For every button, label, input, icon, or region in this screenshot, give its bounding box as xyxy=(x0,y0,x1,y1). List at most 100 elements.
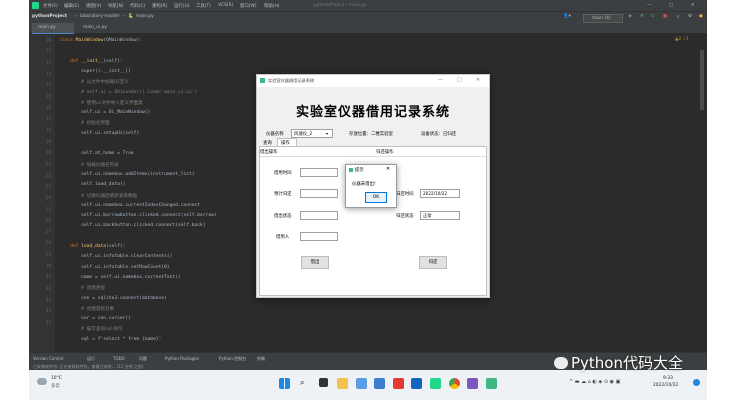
return-time-input[interactable]: 2022/10/22 xyxy=(420,189,460,198)
windows-start-icon[interactable] xyxy=(279,378,290,389)
menu-item-vcs[interactable]: VCS(S) xyxy=(218,3,233,8)
tool-window-button[interactable]: 终端 xyxy=(257,356,265,362)
line-number-gutter: 10 11 12 13 14 15 16 17 18 19 20 21 22 23 24 25 26 27 28 29… xyxy=(29,34,55,352)
return-button[interactable]: 归还 xyxy=(419,256,447,269)
settings-icon[interactable]: ⚙ xyxy=(688,14,692,19)
code-line: # self.ui = QUiLoader().load('main_ui.ui… xyxy=(59,90,197,95)
weather-temp[interactable]: 10°C xyxy=(51,376,62,381)
code-text: self.load_data() xyxy=(59,182,126,188)
menu-item-code[interactable]: 代码(C) xyxy=(130,3,145,9)
search-icon[interactable]: ⌕ xyxy=(677,14,679,20)
run-icon[interactable]: ▶ xyxy=(629,14,632,19)
tool-window-button[interactable]: TODO xyxy=(113,356,125,361)
clock-date[interactable]: 2022/10/22 xyxy=(653,383,678,388)
line-number: 29 xyxy=(45,252,51,258)
app-icon-qt[interactable] xyxy=(486,378,497,389)
notification-icon[interactable] xyxy=(693,379,700,386)
dialog-close-icon[interactable]: ✕ xyxy=(476,77,480,83)
task-view-icon[interactable] xyxy=(319,378,328,387)
chrome-icon[interactable] xyxy=(449,378,460,389)
minimize-icon[interactable]: — xyxy=(647,3,651,8)
dialog-minimize-icon[interactable]: — xyxy=(438,77,443,83)
borrow-time-input[interactable] xyxy=(300,168,338,177)
menu-item-tools[interactable]: 工具(T) xyxy=(196,3,211,9)
menu-item-file[interactable]: 文件(F) xyxy=(43,3,58,9)
ok-button[interactable]: OK xyxy=(365,192,387,203)
borrow-status-input[interactable] xyxy=(300,211,338,220)
code-comment: # 初始化界面 xyxy=(59,121,110,127)
code-line: # 使用ui文件导入定义界面类 xyxy=(59,100,143,106)
expected-return-input[interactable] xyxy=(300,189,338,198)
code-function: load_data xyxy=(81,244,107,249)
debug-icon[interactable]: ✲ xyxy=(640,14,644,19)
code-text: sql = f'select * from {name}' xyxy=(59,336,162,342)
line-number: 21 xyxy=(45,162,51,168)
tray-icons[interactable]: ^ ▬ ☁ ⌂ ◐ ◈ ⊙ ◉ ▣ xyxy=(569,379,620,385)
tool-window-button[interactable]: 运行 xyxy=(87,356,95,362)
code-comment: # 从文件中加载UI定义 xyxy=(59,80,129,86)
menu-item-refactor[interactable]: 重构(R) xyxy=(152,3,167,9)
clock-time[interactable]: 9:33 xyxy=(663,376,673,381)
stop-icon[interactable]: ■ xyxy=(663,14,667,19)
editor-scrollbar[interactable] xyxy=(700,50,704,110)
store-icon[interactable] xyxy=(356,378,367,389)
menu-item-help[interactable]: 帮助(H) xyxy=(264,3,280,9)
location-label: 存放位置：二楼实验室 xyxy=(349,132,393,137)
tool-window-button[interactable]: Python Packages xyxy=(165,356,199,361)
breadcrumb-file[interactable]: main.py xyxy=(136,14,154,19)
maximize-icon[interactable]: □ xyxy=(669,3,673,8)
code-text: (self): xyxy=(106,244,126,249)
code-line: self.ui.infotable.clearContents() xyxy=(59,254,172,259)
inspection-warnings[interactable]: ▲2 ✓1 xyxy=(675,37,689,42)
dialog-maximize-icon[interactable]: □ xyxy=(457,77,462,83)
tool-window-button[interactable]: Version Control xyxy=(33,356,63,361)
pycharm-taskbar-icon[interactable] xyxy=(430,378,441,389)
menu-item-window[interactable]: 窗口(W) xyxy=(240,3,257,9)
app-icon-photo[interactable] xyxy=(467,378,478,389)
breadcrumb-project[interactable]: pythonProject xyxy=(32,14,67,19)
tab-main-py[interactable]: main.py xyxy=(32,23,74,34)
taskbar-search-icon[interactable]: ⌕ xyxy=(300,378,304,388)
menu-item-edit[interactable]: 编辑(E) xyxy=(64,3,79,9)
code-text: self.ui.namebox.currentIndexChanged.conn… xyxy=(59,202,201,208)
user-icon[interactable]: 👤▾ xyxy=(563,14,571,19)
line-number: 22 xyxy=(45,173,51,179)
close-icon[interactable]: ✕ xyxy=(691,3,695,8)
dialog-titlebar: 实验室仪器借用记录系统 — □ ✕ xyxy=(257,75,489,87)
file-explorer-icon[interactable] xyxy=(337,378,348,389)
message-box-text: 仪器未借出! xyxy=(352,182,376,187)
plugin-icon[interactable]: ● xyxy=(699,14,703,19)
app-icon-blue[interactable] xyxy=(411,378,422,389)
return-status-input[interactable]: 正常 xyxy=(420,211,460,220)
code-keyword: def xyxy=(59,58,82,64)
section-divider xyxy=(260,156,486,157)
tab-main-ui-py[interactable]: main_ui.py xyxy=(77,23,127,33)
tool-window-button[interactable]: 问题 xyxy=(139,356,147,362)
borrow-button[interactable]: 借出 xyxy=(301,256,329,269)
dialog-title: 实验室仪器借用记录系统 xyxy=(268,78,315,83)
mail-icon[interactable] xyxy=(374,378,385,389)
instrument-combobox[interactable]: 风速仪_2 ▾ xyxy=(291,129,333,138)
return-section-title: 归还操作 xyxy=(376,150,394,155)
rerun-icon[interactable]: ↻ xyxy=(651,14,655,19)
menu-item-view[interactable]: 视图(V) xyxy=(86,3,101,9)
code-function: MainWindow xyxy=(75,38,104,43)
weather-icon[interactable] xyxy=(37,378,47,385)
breadcrumb-folder[interactable]: laboratory-master xyxy=(80,14,120,19)
message-box-close-icon[interactable]: ✕ xyxy=(386,166,390,172)
message-box-title: 提示 xyxy=(355,168,364,173)
code-line: # 编写查询sql语句 xyxy=(59,326,122,332)
menu-item-navigate[interactable]: 导航(N) xyxy=(108,3,124,9)
tool-window-button[interactable]: Python 控制台 xyxy=(219,356,246,362)
code-comment: # 切换仪器后刷新表单数据 xyxy=(59,193,138,199)
line-number: 14 xyxy=(45,83,51,89)
borrower-label: 借用人 xyxy=(276,235,290,240)
line-number: 23 xyxy=(45,184,51,190)
line-number: 19 xyxy=(45,139,51,145)
line-number: 17 xyxy=(45,117,51,123)
borrower-input[interactable] xyxy=(300,232,338,241)
run-config-select[interactable]: main (4) xyxy=(583,14,623,23)
menu-item-run[interactable]: 运行(U) xyxy=(174,3,189,9)
code-text: (self): xyxy=(103,58,123,64)
app-icon-red[interactable] xyxy=(393,378,404,389)
